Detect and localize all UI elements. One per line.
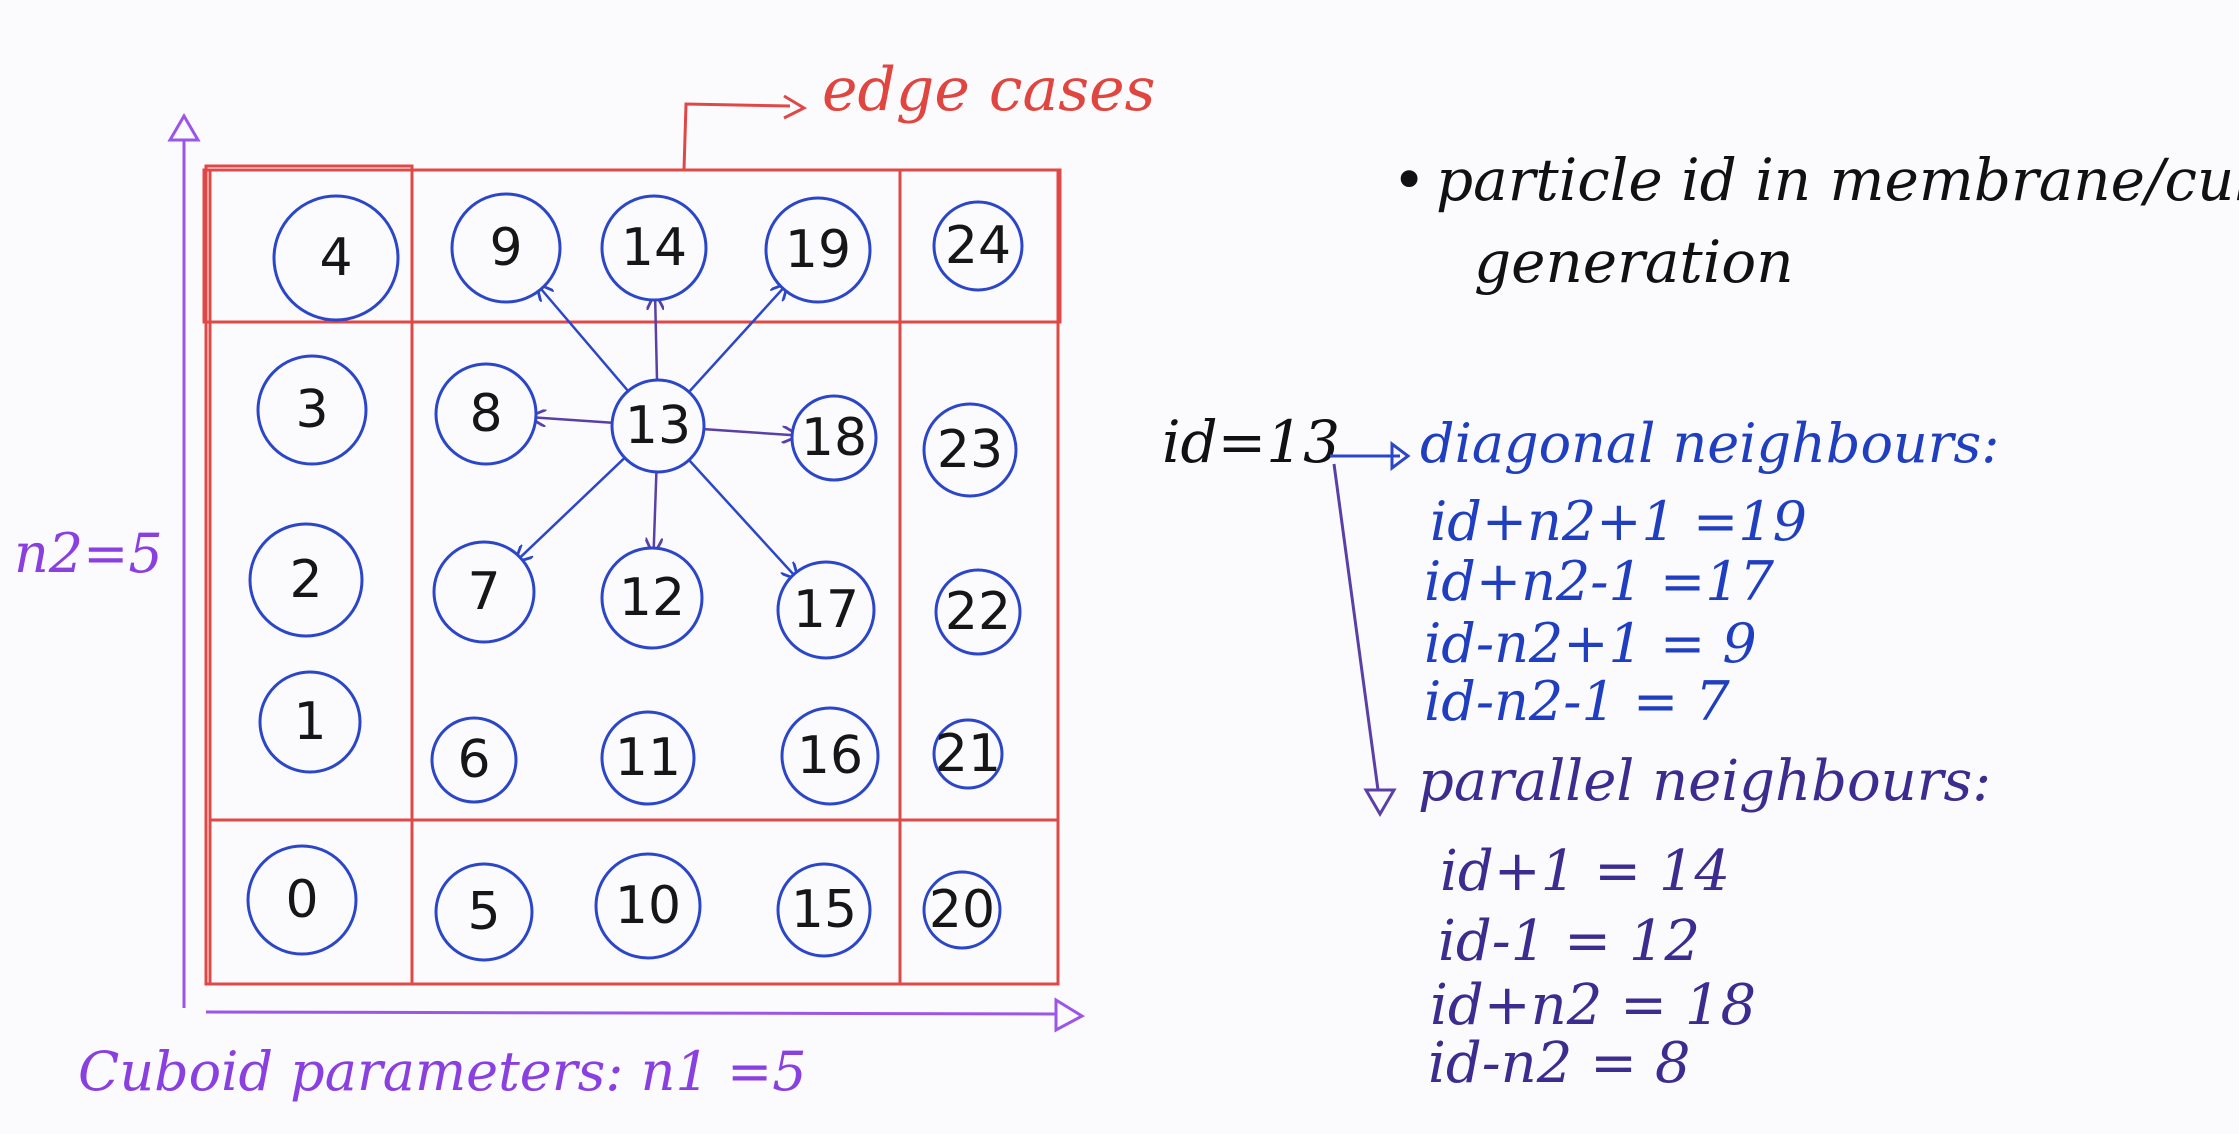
particle-label-5: 5: [467, 882, 500, 942]
particle-20: 20: [922, 870, 1002, 950]
particle-label-0: 0: [285, 870, 318, 930]
particle-10: 10: [594, 852, 702, 960]
particle-18: 18: [790, 394, 878, 482]
id-to-parallel-connector: [1332, 463, 1380, 791]
particle-4: 4: [272, 194, 400, 322]
diagonal-eq-1: id+n2+1 =19: [1430, 490, 1807, 553]
particle-0: 0: [246, 844, 358, 956]
particle-label-1: 1: [293, 692, 326, 752]
diagonal-eq-2: id+n2-1 =17: [1424, 550, 1775, 613]
arrow-13-to-14: [655, 296, 657, 381]
particle-label-10: 10: [615, 876, 681, 936]
particle-label-2: 2: [289, 550, 322, 610]
particle-1: 1: [258, 670, 362, 774]
diagonal-heading: diagonal neighbours:: [1420, 412, 1999, 475]
particle-8: 8: [434, 362, 538, 466]
particle-label-20: 20: [929, 880, 995, 940]
arrow-13-to-8: [532, 417, 613, 423]
diagonal-eq-3: id-n2+1 = 9: [1424, 612, 1757, 675]
arrow-13-to-9: [539, 286, 630, 392]
particle-12: 12: [600, 546, 704, 650]
edge-cases-connector: [682, 102, 791, 171]
particle-15: 15: [776, 862, 872, 958]
particle-label-19: 19: [785, 220, 851, 280]
particle-22: 22: [934, 568, 1022, 656]
particle-13: 13: [610, 378, 706, 474]
particle-label-16: 16: [797, 726, 863, 786]
parallel-eq-3: id+n2 = 18: [1430, 973, 1756, 1038]
particle-16: 16: [780, 706, 880, 806]
particle-9: 9: [450, 192, 562, 304]
particle-label-15: 15: [791, 880, 857, 940]
x-axis-arrow-icon: [1054, 997, 1086, 1033]
x-axis-line: [205, 1010, 1057, 1016]
arrow-13-to-19: [687, 286, 786, 393]
particles: 0123456789101112131415161718192021222324: [246, 192, 1024, 962]
y-axis-arrow-icon: [167, 113, 201, 142]
arrow-13-to-17: [688, 459, 796, 578]
particle-17: 17: [776, 560, 876, 660]
particle-label-11: 11: [615, 728, 681, 788]
bullet-dot: •: [1392, 146, 1426, 214]
particle-label-8: 8: [469, 384, 502, 444]
notes-title-line1: particle id in membrane/cuboid: [1436, 146, 2239, 214]
particle-label-13: 13: [625, 396, 691, 456]
particle-2: 2: [248, 522, 364, 638]
particle-label-24: 24: [945, 216, 1011, 276]
particle-6: 6: [430, 716, 518, 804]
particle-label-21: 21: [935, 724, 1001, 784]
particle-19: 19: [764, 196, 872, 304]
notes: • particle id in membrane/cuboid generat…: [1162, 146, 2239, 1096]
particle-label-3: 3: [295, 380, 328, 440]
edge-cases-label: edge cases: [822, 55, 1155, 125]
particle-3: 3: [256, 354, 368, 466]
particle-14: 14: [600, 194, 708, 302]
parallel-eq-1: id+1 = 14: [1440, 839, 1730, 904]
parallel-eq-2: id-1 = 12: [1438, 909, 1700, 974]
arrow-13-to-7: [517, 456, 626, 560]
diagonal-eq-4: id-n2-1 = 7: [1424, 670, 1730, 733]
cuboid-diagram: edge cases 01234567891011121314151617181…: [14, 55, 2239, 1103]
parallel-arrow-icon: [1363, 788, 1397, 817]
particle-label-12: 12: [619, 568, 685, 628]
particle-label-22: 22: [945, 582, 1011, 642]
particle-label-6: 6: [457, 730, 490, 790]
particle-11: 11: [600, 710, 696, 806]
parallel-eq-4: id-n2 = 8: [1428, 1031, 1691, 1096]
particle-label-18: 18: [801, 408, 867, 468]
arrow-13-to-18: [703, 429, 796, 435]
particle-label-17: 17: [793, 580, 859, 640]
particle-21: 21: [932, 718, 1004, 790]
arrow-13-to-12: [654, 471, 657, 552]
parallel-heading: parallel neighbours:: [1418, 749, 1991, 814]
notes-title-line2: generation: [1474, 228, 1794, 296]
diagram-canvas: edge cases 0 1 2 3 4 5 6 7 8 9 10 11 12 13 14 15 16 17 18 1…: [0, 0, 2239, 1134]
cuboid-parameters-label: Cuboid parameters: n1 =5: [78, 1040, 807, 1103]
particle-7: 7: [432, 540, 536, 644]
particle-24: 24: [932, 200, 1024, 292]
particle-label-23: 23: [937, 420, 1003, 480]
n2-axis-label: n2=5: [14, 522, 163, 585]
id-label: id=13: [1162, 408, 1340, 476]
particle-label-7: 7: [467, 562, 500, 622]
particle-23: 23: [922, 402, 1018, 498]
particle-label-9: 9: [489, 218, 522, 278]
particle-label-14: 14: [621, 218, 687, 278]
particle-label-4: 4: [319, 228, 352, 288]
particle-5: 5: [434, 862, 534, 962]
